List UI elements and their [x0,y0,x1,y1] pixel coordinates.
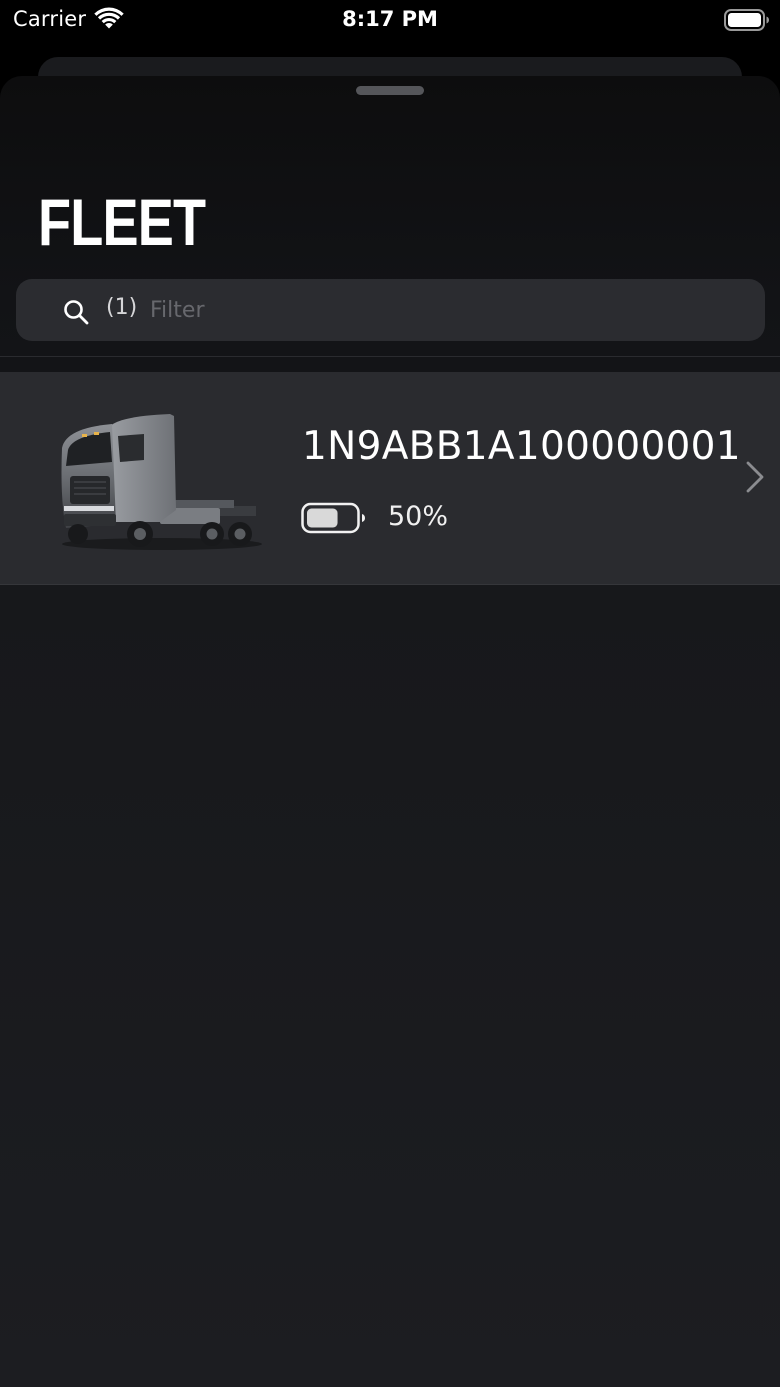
filter-input[interactable] [150,290,730,330]
sheet-grabber[interactable] [356,86,424,95]
app-screen: Carrier 8:17 PM FLEET (1) Filter 1N9ABB1… [0,0,780,1387]
truck-image [61,414,262,550]
page-title: FLEET [38,185,206,259]
list-divider [0,356,780,357]
vehicle-vin: 1N9ABB1A100000001 [302,424,741,469]
status-bar: Carrier 8:17 PM [0,0,780,40]
battery-icon [724,9,769,31]
search-bar[interactable]: (1) [16,279,765,341]
chevron-right-icon [746,461,764,493]
battery-level-icon [301,502,365,534]
vehicle-list-item[interactable]: 1N9ABB1A100000001 50% [0,372,780,585]
battery-percent: 50% [388,501,449,532]
result-count: (1) [106,295,138,320]
fleet-sheet: FLEET (1) Filter 1N9ABB1A100000001 50% [0,76,780,1387]
search-icon [64,300,89,325]
clock-time: 8:17 PM [342,7,438,31]
